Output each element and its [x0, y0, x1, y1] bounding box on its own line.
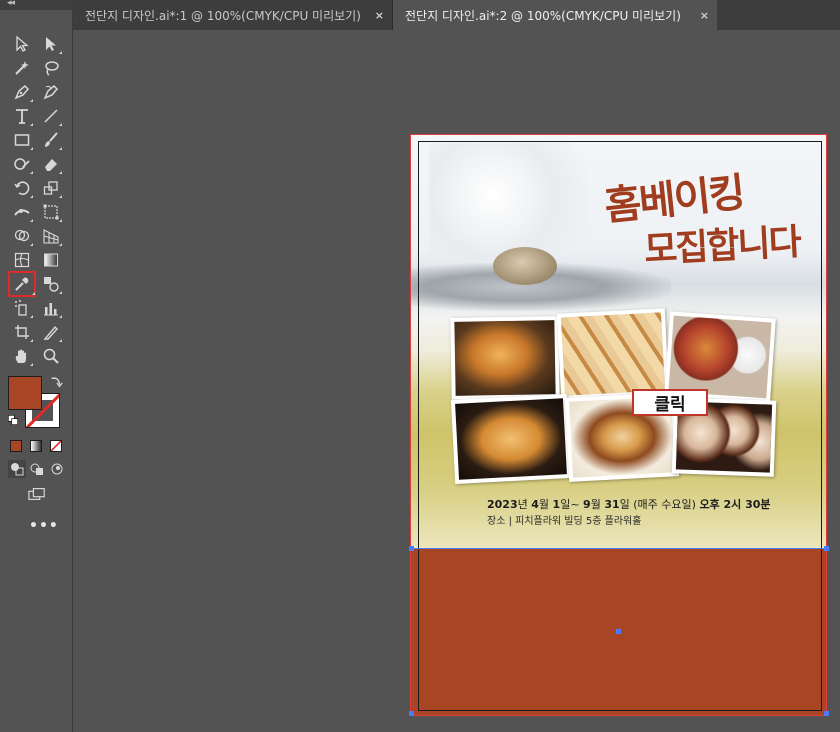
- width-tool-icon[interactable]: [11, 201, 33, 223]
- draw-inside-icon[interactable]: [48, 460, 66, 478]
- tab-label: 전단지 디자인.ai*:2 @ 100%(CMYK/CPU 미리보기): [405, 8, 681, 23]
- zoom-tool-icon[interactable]: [40, 345, 62, 367]
- rectangle-tool-icon[interactable]: [11, 129, 33, 151]
- type-tool-icon[interactable]: [11, 105, 33, 127]
- end-month-value: 9: [583, 498, 591, 511]
- collapse-panel-icon[interactable]: ◂◂: [7, 0, 15, 8]
- rotate-tool-icon[interactable]: [11, 177, 33, 199]
- bread-photo-braid[interactable]: [450, 394, 572, 484]
- selection-bounding-edge: [411, 548, 827, 549]
- hand-tool-icon[interactable]: [11, 345, 33, 367]
- eraser-tool-icon[interactable]: [40, 153, 62, 175]
- mesh-tool-icon[interactable]: [11, 249, 33, 271]
- start-month-value: 4: [531, 498, 539, 511]
- artboard-tool-icon[interactable]: [11, 321, 33, 343]
- column-graph-tool-icon[interactable]: [40, 297, 62, 319]
- tools-panel: ◂◂ •••: [0, 0, 73, 732]
- day-unit: 일: [619, 498, 630, 511]
- document-tab-bar: 전단지 디자인.ai*:1 @ 100%(CMYK/CPU 미리보기) × 전단…: [73, 0, 840, 30]
- tools-panel-header: ◂◂: [0, 0, 73, 10]
- pen-tool-icon[interactable]: [11, 81, 33, 103]
- edit-toolbar-button[interactable]: •••: [29, 518, 59, 534]
- direct-selection-tool-icon[interactable]: [40, 33, 62, 55]
- close-icon[interactable]: ×: [375, 9, 384, 22]
- gradient-mode-button[interactable]: [30, 440, 42, 452]
- none-mode-button[interactable]: [50, 440, 62, 452]
- selection-handle[interactable]: [824, 546, 829, 551]
- event-time: 오후 2시 30분: [699, 498, 771, 511]
- year-unit: 년: [517, 498, 528, 511]
- selection-handle[interactable]: [409, 546, 414, 551]
- draw-behind-icon[interactable]: [28, 460, 46, 478]
- flyer-photo-area[interactable]: 홈베이킹 모집합니다 클릭 2023년 4월 1일~ 9월 31일 (매주 수요…: [411, 135, 826, 549]
- close-icon[interactable]: ×: [700, 9, 709, 22]
- dough-photo: [493, 247, 557, 285]
- click-button[interactable]: 클릭: [632, 389, 708, 416]
- month-unit: 월: [590, 498, 601, 511]
- range-separator: ~: [570, 498, 580, 511]
- flyer-headline[interactable]: 홈베이킹 모집합니다: [596, 163, 826, 283]
- selection-center-point[interactable]: [616, 629, 621, 634]
- default-fill-stroke-icon[interactable]: [7, 414, 19, 426]
- year-value: 2023: [487, 498, 518, 511]
- bread-photo-loaf[interactable]: [556, 308, 670, 400]
- eyedropper-tool-icon[interactable]: [8, 271, 36, 297]
- magic-wand-tool-icon[interactable]: [11, 57, 33, 79]
- color-mode-button[interactable]: [10, 440, 22, 452]
- event-place-text[interactable]: 장소 | 피치플라워 빌딩 5층 플라워홀: [487, 512, 641, 527]
- bread-photo-bun[interactable]: [450, 316, 560, 400]
- gradient-tool-icon[interactable]: [40, 249, 62, 271]
- selection-handle[interactable]: [409, 711, 414, 716]
- scale-tool-icon[interactable]: [40, 177, 62, 199]
- paintbrush-tool-icon[interactable]: [40, 129, 62, 151]
- curvature-tool-icon[interactable]: [40, 81, 62, 103]
- headline-line-2: 모집합니다: [643, 220, 801, 272]
- end-day-value: 31: [604, 498, 620, 511]
- shaper-tool-icon[interactable]: [11, 153, 33, 175]
- selection-tool-icon[interactable]: [11, 33, 33, 55]
- screen-mode-icon[interactable]: [25, 484, 49, 504]
- artboard[interactable]: 홈베이킹 모집합니다 클릭 2023년 4월 1일~ 9월 31일 (매주 수요…: [411, 135, 826, 715]
- symbol-sprayer-tool-icon[interactable]: [11, 297, 33, 319]
- fill-color-swatch[interactable]: [8, 376, 42, 410]
- free-transform-tool-icon[interactable]: [40, 201, 62, 223]
- draw-normal-icon[interactable]: [8, 460, 26, 478]
- swap-fill-stroke-icon[interactable]: [48, 374, 64, 390]
- closed-day-note: (매주 수요일): [633, 498, 696, 511]
- month-unit: 월: [538, 498, 550, 511]
- tab-document-1[interactable]: 전단지 디자인.ai*:1 @ 100%(CMYK/CPU 미리보기) ×: [73, 0, 393, 30]
- perspective-grid-tool-icon[interactable]: [40, 225, 62, 247]
- tab-document-2[interactable]: 전단지 디자인.ai*:2 @ 100%(CMYK/CPU 미리보기) ×: [393, 0, 717, 30]
- day-unit: 일: [560, 498, 571, 511]
- tab-label: 전단지 디자인.ai*:1 @ 100%(CMYK/CPU 미리보기): [85, 8, 361, 23]
- canvas-area[interactable]: 홈베이킹 모집합니다 클릭 2023년 4월 1일~ 9월 31일 (매주 수요…: [73, 30, 840, 732]
- event-date-text[interactable]: 2023년 4월 1일~ 9월 31일 (매주 수요일) 오후 2시 30분: [487, 496, 771, 512]
- selection-handle[interactable]: [824, 711, 829, 716]
- slice-tool-icon[interactable]: [40, 321, 62, 343]
- shape-builder-tool-icon[interactable]: [11, 225, 33, 247]
- line-segment-tool-icon[interactable]: [40, 105, 62, 127]
- lasso-tool-icon[interactable]: [40, 57, 62, 79]
- blend-tool-icon[interactable]: [40, 273, 62, 295]
